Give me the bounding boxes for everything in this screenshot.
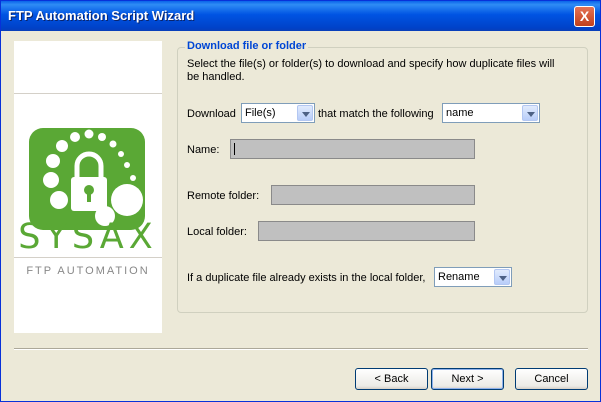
wizard-window: FTP Automation Script Wizard X SYSAX FTP…	[0, 0, 601, 402]
duplicate-action-value: Rename	[438, 271, 480, 283]
match-criteria-value: name	[446, 107, 474, 119]
remote-folder-input[interactable]	[271, 185, 475, 205]
logo-divider-mid	[14, 257, 162, 258]
name-input[interactable]	[230, 139, 475, 159]
sysax-logo-icon	[29, 128, 145, 230]
back-button[interactable]: < Back	[355, 368, 428, 390]
chevron-down-icon[interactable]	[494, 269, 510, 285]
download-label: Download	[187, 108, 236, 120]
remote-folder-label: Remote folder:	[187, 190, 260, 202]
close-button[interactable]: X	[574, 6, 595, 27]
duplicate-label: If a duplicate file already exists in th…	[187, 272, 426, 284]
download-type-select[interactable]: File(s)	[241, 103, 315, 123]
match-label: that match the following	[318, 108, 434, 120]
chevron-down-icon[interactable]	[297, 105, 313, 121]
group-description: Select the file(s) or folder(s) to downl…	[187, 58, 555, 83]
text-caret	[234, 143, 235, 155]
next-button[interactable]: Next >	[431, 368, 504, 390]
duplicate-action-select[interactable]: Rename	[434, 267, 512, 287]
close-icon: X	[579, 8, 590, 24]
local-folder-label: Local folder:	[187, 226, 247, 238]
logo-wordmark: SYSAX	[18, 217, 158, 257]
title-bar[interactable]: FTP Automation Script Wizard X	[1, 1, 600, 31]
match-criteria-select[interactable]: name	[442, 103, 540, 123]
logo-panel: SYSAX FTP AUTOMATION	[14, 41, 162, 333]
button-separator	[14, 348, 588, 350]
cancel-button[interactable]: Cancel	[515, 368, 588, 390]
chevron-down-icon[interactable]	[522, 105, 538, 121]
local-folder-input[interactable]	[258, 221, 475, 241]
download-type-value: File(s)	[245, 107, 276, 119]
group-title: Download file or folder	[185, 40, 309, 52]
logo-subtitle: FTP AUTOMATION	[26, 265, 150, 277]
name-label: Name:	[187, 144, 220, 156]
window-title: FTP Automation Script Wizard	[8, 8, 195, 23]
logo-divider-top	[14, 93, 162, 94]
